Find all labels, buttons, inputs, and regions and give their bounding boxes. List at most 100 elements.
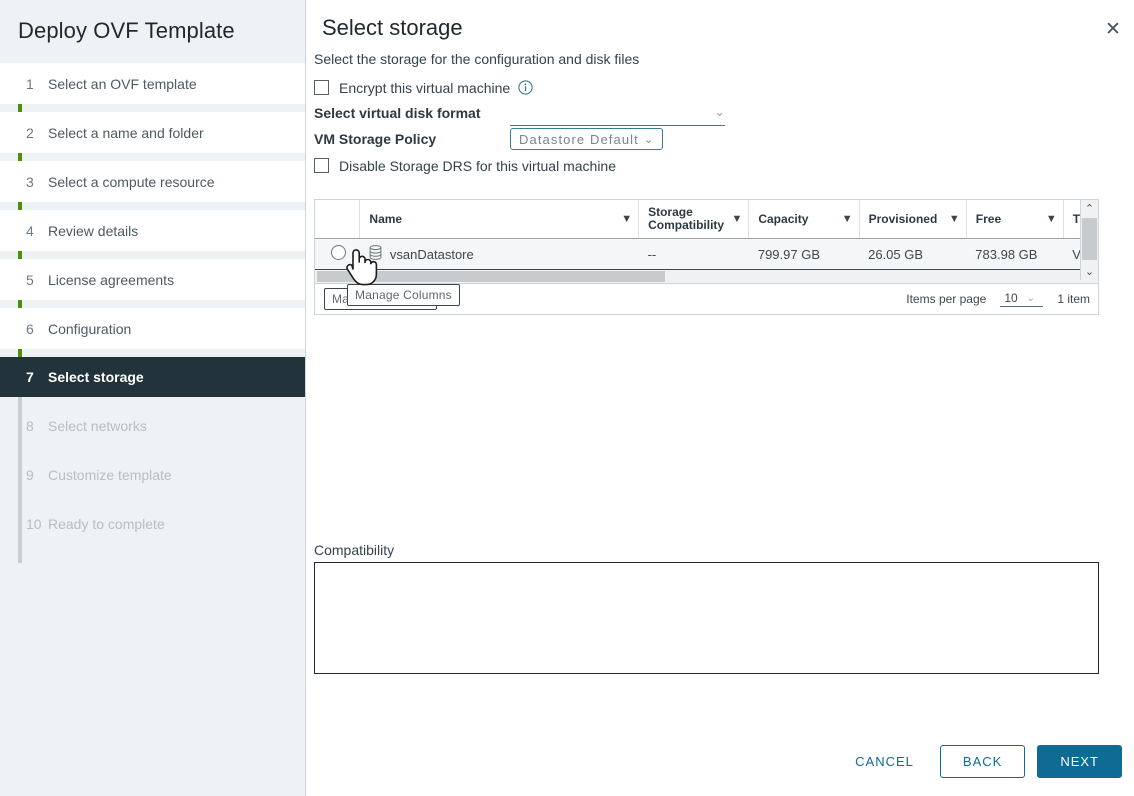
step-number: 2 (26, 125, 48, 141)
datastore-radio-button[interactable] (331, 245, 346, 260)
cell-storage-compatibility: -- (639, 239, 749, 270)
column-header-capacity[interactable]: Capacity ▼ (749, 200, 859, 239)
step-number: 7 (26, 369, 48, 385)
scroll-up-icon[interactable]: ⌃ (1081, 200, 1098, 217)
step-label: Select a name and folder (48, 125, 204, 141)
column-label: Free (976, 212, 1001, 226)
storage-policy-row: VM Storage Policy Datastore Default ⌄ (314, 125, 1121, 153)
page-title: Select storage (314, 0, 1121, 41)
step-label: Select networks (48, 418, 147, 434)
datastore-icon (369, 245, 382, 263)
step-label: Ready to complete (48, 516, 165, 532)
column-header-name[interactable]: Name ▼ (360, 200, 639, 239)
cell-free: 783.98 GB (966, 239, 1063, 270)
wizard-steps: 1 Select an OVF template 2 Select a name… (0, 63, 305, 544)
table-row[interactable]: vsanDatastore -- 799.97 GB 26.05 GB 783.… (315, 239, 1098, 270)
sidebar-step-4[interactable]: 4 Review details (0, 210, 305, 251)
column-header-storage-compatibility[interactable]: Storage Compatibility ▼ (639, 200, 749, 239)
wizard-title: Deploy OVF Template (0, 0, 305, 44)
column-header-select (315, 200, 360, 239)
step-label: Configuration (48, 321, 131, 337)
column-label: Provisioned (869, 212, 938, 226)
disk-format-row: Select virtual disk format ⌄ (314, 100, 1121, 125)
datastore-name: vsanDatastore (390, 247, 474, 262)
storage-policy-value: Datastore Default (519, 132, 639, 147)
items-per-page-value: 10 (1004, 291, 1017, 305)
wizard-footer: CANCEL BACK NEXT (841, 745, 1122, 778)
deploy-ovf-wizard: Deploy OVF Template 1 Select an OVF temp… (0, 0, 1134, 796)
wizard-main-panel: ✕ Select storage Select the storage for … (306, 0, 1134, 796)
sidebar-step-7-select-storage[interactable]: 7 Select storage (0, 357, 305, 397)
encrypt-vm-row: Encrypt this virtual machine (314, 75, 1121, 100)
sidebar-step-10: 10 Ready to complete (0, 503, 305, 544)
sidebar-step-3[interactable]: 3 Select a compute resource (0, 161, 305, 202)
filter-icon[interactable]: ▼ (621, 213, 632, 225)
chevron-down-icon: ⌄ (1027, 293, 1035, 304)
cell-capacity: 799.97 GB (749, 239, 859, 270)
filter-icon[interactable]: ▼ (731, 213, 742, 225)
sidebar-step-6[interactable]: 6 Configuration (0, 308, 305, 349)
step-number: 9 (26, 467, 48, 483)
column-header-provisioned[interactable]: Provisioned ▼ (859, 200, 966, 239)
step-label: Select a compute resource (48, 174, 215, 190)
step-label: Review details (48, 223, 138, 239)
storage-policy-label: VM Storage Policy (314, 131, 510, 147)
filter-icon[interactable]: ▼ (842, 213, 853, 225)
disk-format-select[interactable]: ⌄ (510, 103, 725, 126)
encrypt-vm-checkbox[interactable] (314, 80, 329, 95)
sidebar-step-9: 9 Customize template (0, 454, 305, 495)
step-number: 1 (26, 76, 48, 92)
storage-options-form: Encrypt this virtual machine Select virt… (314, 75, 1121, 178)
items-per-page-label: Items per page (906, 292, 986, 306)
column-label: T (1073, 212, 1080, 226)
step-number: 5 (26, 272, 48, 288)
storage-policy-select[interactable]: Datastore Default ⌄ (510, 128, 663, 150)
vertical-scrollbar-thumb[interactable] (1082, 218, 1097, 260)
filter-icon[interactable]: ▼ (949, 213, 960, 225)
back-button[interactable]: BACK (940, 745, 1025, 778)
table-header-row: Name ▼ Storage Compatibility ▼ (315, 200, 1098, 239)
disable-drs-checkbox[interactable] (314, 158, 329, 173)
step-number: 6 (26, 321, 48, 337)
next-button[interactable]: NEXT (1037, 745, 1122, 778)
cell-name: vsanDatastore (360, 239, 639, 270)
step-label: Select storage (48, 369, 144, 385)
items-per-page-select[interactable]: 10 ⌄ (1000, 291, 1043, 307)
column-header-free[interactable]: Free ▼ (966, 200, 1063, 239)
info-icon[interactable] (518, 80, 533, 95)
disk-format-label: Select virtual disk format (314, 105, 510, 121)
page-subtitle: Select the storage for the configuration… (314, 51, 1121, 67)
step-label: License agreements (48, 272, 174, 288)
step-number: 4 (26, 223, 48, 239)
column-label: Name (369, 212, 402, 226)
horizontal-scrollbar-thumb[interactable] (317, 271, 665, 282)
chevron-down-icon: ⌄ (714, 106, 725, 123)
cell-provisioned: 26.05 GB (859, 239, 966, 270)
step-number: 10 (26, 516, 48, 532)
step-number: 8 (26, 418, 48, 434)
compatibility-box (314, 562, 1099, 674)
item-count: 1 item (1057, 292, 1090, 306)
manage-columns-tooltip: Manage Columns (347, 284, 460, 306)
compatibility-label: Compatibility (314, 542, 394, 558)
sidebar-step-8: 8 Select networks (0, 405, 305, 446)
filter-icon[interactable]: ▼ (1046, 213, 1057, 225)
sidebar-step-2[interactable]: 2 Select a name and folder (0, 112, 305, 153)
sidebar-step-5[interactable]: 5 License agreements (0, 259, 305, 300)
scroll-down-icon[interactable]: ⌄ (1081, 263, 1098, 280)
cancel-button[interactable]: CANCEL (841, 745, 928, 778)
sidebar-step-1[interactable]: 1 Select an OVF template (0, 63, 305, 104)
chevron-down-icon: ⌄ (644, 133, 654, 146)
horizontal-scrollbar[interactable]: › (315, 270, 1098, 284)
step-number: 3 (26, 174, 48, 190)
step-label: Select an OVF template (48, 76, 197, 92)
vertical-scrollbar[interactable]: ⌃ ⌄ (1080, 200, 1098, 280)
wizard-sidebar: Deploy OVF Template 1 Select an OVF temp… (0, 0, 306, 796)
pagination-controls: Items per page 10 ⌄ 1 item (906, 291, 1090, 307)
row-select-cell[interactable] (315, 239, 360, 270)
step-label: Customize template (48, 467, 172, 483)
datastore-grid: Name ▼ Storage Compatibility ▼ (315, 200, 1098, 270)
disable-drs-label: Disable Storage DRS for this virtual mac… (339, 158, 616, 174)
close-icon[interactable]: ✕ (1102, 18, 1124, 40)
page-content: Select storage Select the storage for th… (306, 0, 1134, 315)
